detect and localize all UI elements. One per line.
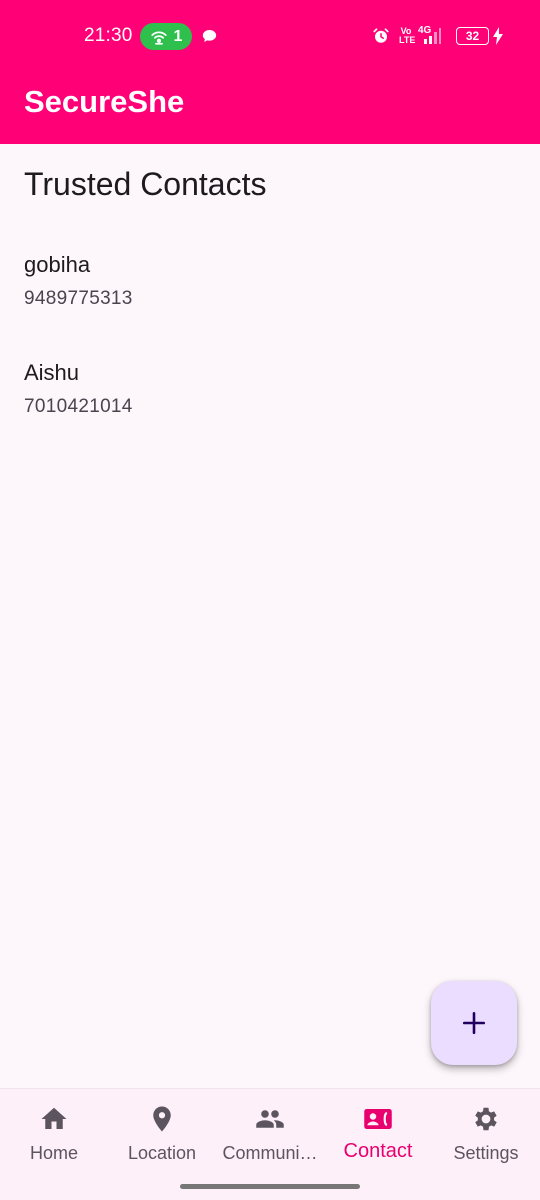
people-icon — [254, 1104, 286, 1134]
contact-phone-icon — [362, 1104, 394, 1134]
hotspot-icon — [150, 31, 167, 45]
hotspot-indicator: 1 — [140, 23, 192, 50]
volte-indicator: Vo LTE — [399, 26, 416, 45]
contact-name: Aishu — [24, 360, 80, 385]
contact-item[interactable]: Aishu 7010421014 — [24, 360, 504, 418]
nav-label-location: Location — [127, 1143, 197, 1163]
location-pin-icon — [146, 1104, 178, 1134]
home-indicator[interactable] — [180, 1184, 360, 1189]
nav-item-settings[interactable]: Settings — [432, 1089, 540, 1173]
status-bar: 21:30 1 Vo LTE 4G 32 — [0, 0, 540, 72]
nav-item-home[interactable]: Home — [0, 1089, 108, 1173]
nav-item-location[interactable]: Location — [108, 1089, 216, 1173]
app-bar: SecureShe — [0, 72, 540, 144]
page-title: Trusted Contacts — [24, 166, 267, 202]
battery-level: 32 — [465, 29, 480, 43]
contact-name: gobiha — [24, 252, 91, 277]
nav-label-settings: Settings — [453, 1143, 519, 1163]
add-contact-button[interactable] — [431, 981, 517, 1065]
chat-icon — [202, 30, 217, 42]
home-icon — [38, 1104, 70, 1134]
contact-phone: 7010421014 — [24, 396, 133, 417]
app-title: SecureShe — [24, 84, 185, 119]
contact-phone: 9489775313 — [24, 288, 133, 309]
hotspot-count: 1 — [173, 27, 183, 45]
gear-icon — [470, 1104, 502, 1134]
plus-icon — [462, 1011, 486, 1035]
nav-label-contact: Contact — [343, 1140, 413, 1162]
battery-icon: 32 — [456, 27, 489, 45]
contact-item[interactable]: gobiha 9489775313 — [24, 252, 504, 310]
nav-item-contact[interactable]: Contact — [324, 1089, 432, 1173]
charging-icon — [493, 27, 503, 45]
signal-icon — [424, 28, 441, 44]
alarm-icon — [373, 28, 389, 43]
nav-item-community[interactable]: Communi… — [216, 1089, 324, 1173]
nav-label-community: Communi… — [222, 1143, 318, 1163]
status-time: 21:30 — [84, 25, 133, 46]
nav-label-home: Home — [29, 1143, 78, 1163]
